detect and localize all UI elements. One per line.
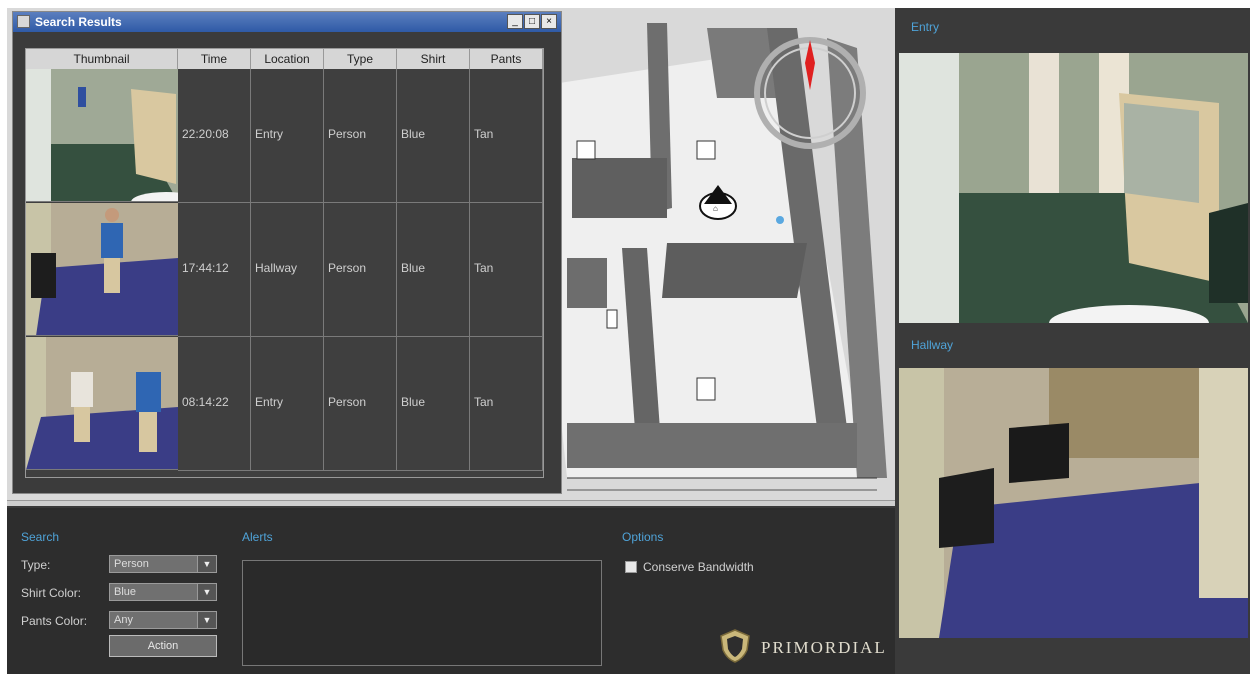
pants-color-value: Any [114,614,133,626]
map-horizontal-scrollbar[interactable] [7,500,895,506]
app-window: ⌂ Search Type: Person ▼ Shirt Color: Blu… [7,8,1250,674]
pants-color-label: Pants Color: [21,614,88,628]
cell-location: Entry [251,69,324,203]
camera-feed-image [899,53,1248,323]
chevron-down-icon[interactable]: ▼ [197,556,216,572]
close-button[interactable]: × [541,14,557,29]
conserve-bandwidth-label: Conserve Bandwidth [643,560,754,574]
cell-type-text: Person [328,127,367,141]
options-section-label: Options [622,530,664,544]
column-header-location[interactable]: Location [251,49,324,69]
camera-view-hallway[interactable]: Hallway [897,326,1250,674]
control-panel: Search Type: Person ▼ Shirt Color: Blue … [7,508,895,674]
cell-shirt-text: Blue [401,127,426,141]
brand-name: PRIMORDIAL [761,638,887,657]
chevron-down-icon[interactable]: ▼ [197,612,216,628]
type-select-value: Person [114,558,149,570]
chevron-down-icon[interactable]: ▼ [197,584,216,600]
search-section-label: Search [21,530,60,544]
maximize-button[interactable]: □ [524,14,540,29]
result-thumbnail[interactable] [26,69,178,202]
window-icon [17,15,30,28]
cell-type: Person [324,337,397,471]
result-thumbnail[interactable] [26,337,178,470]
camera-view-entry[interactable]: Entry [897,8,1250,325]
column-header-shirt[interactable]: Shirt [397,49,470,69]
thumbnail-image [26,69,178,201]
camera-title: Hallway [911,338,954,352]
cell-pants-text: Tan [474,261,494,275]
shield-icon [720,629,750,663]
window-titlebar[interactable]: Search Results _ □ × [13,12,561,32]
shirt-color-label: Shirt Color: [21,586,82,600]
cell-location-text: Entry [255,395,284,409]
type-label: Type: [21,558,51,572]
action-button[interactable]: Action [109,635,217,657]
alerts-section-label: Alerts [242,530,273,544]
cell-shirt-text: Blue [401,395,426,409]
thumbnail-image [26,203,178,335]
cell-time: 17:44:12 [178,203,251,337]
cell-location-text: Hallway [255,261,298,275]
column-header-thumbnail[interactable]: Thumbnail [26,49,178,69]
svg-text:⌂: ⌂ [713,204,718,213]
brand-logo: PRIMORDIAL [717,628,885,663]
table-row[interactable]: 22:20:08 Entry Person Blue Tan [26,69,543,203]
cell-pants: Tan [470,203,543,337]
window-title: Search Results [35,15,122,29]
cell-pants-text: Tan [474,395,494,409]
cell-time-text: 17:44:12 [182,261,229,275]
table-row[interactable]: 08:14:22 Entry Person Blue Tan [26,337,543,471]
cell-type-text: Person [328,395,367,409]
cell-shirt-text: Blue [401,261,426,275]
type-select[interactable]: Person ▼ [109,555,217,573]
shirt-color-value: Blue [114,586,137,598]
alerts-list[interactable] [242,560,602,666]
camera-feed-entry[interactable] [899,53,1248,323]
cell-time: 22:20:08 [178,69,251,203]
camera-title: Entry [911,20,940,34]
camera-feed-hallway[interactable] [899,368,1248,638]
pants-color-select[interactable]: Any ▼ [109,611,217,629]
cell-type: Person [324,69,397,203]
cell-pants-text: Tan [474,127,494,141]
cell-location-text: Entry [255,127,284,141]
camera-feed-image [899,368,1248,638]
column-header-type[interactable]: Type [324,49,397,69]
cell-time-text: 08:14:22 [182,395,229,409]
minimize-button[interactable]: _ [507,14,523,29]
results-table[interactable]: Thumbnail Time Location Type Shirt Pants [25,48,544,478]
cell-shirt: Blue [397,69,470,203]
cell-type: Person [324,203,397,337]
cell-pants: Tan [470,337,543,471]
column-header-pants[interactable]: Pants [470,49,543,69]
cell-time: 08:14:22 [178,337,251,471]
cell-time-text: 22:20:08 [182,127,229,141]
cell-location: Hallway [251,203,324,337]
shirt-color-select[interactable]: Blue ▼ [109,583,217,601]
cell-type-text: Person [328,261,367,275]
cell-shirt: Blue [397,203,470,337]
cell-shirt: Blue [397,337,470,471]
thumbnail-image [26,337,178,469]
column-header-time[interactable]: Time [178,49,251,69]
search-results-window[interactable]: Search Results _ □ × Thumbnail Time Loca… [12,11,562,494]
table-row[interactable]: 17:44:12 Hallway Person Blue Tan [26,203,543,337]
conserve-bandwidth-checkbox[interactable] [625,561,637,573]
cell-location: Entry [251,337,324,471]
result-thumbnail[interactable] [26,203,178,336]
cell-pants: Tan [470,69,543,203]
